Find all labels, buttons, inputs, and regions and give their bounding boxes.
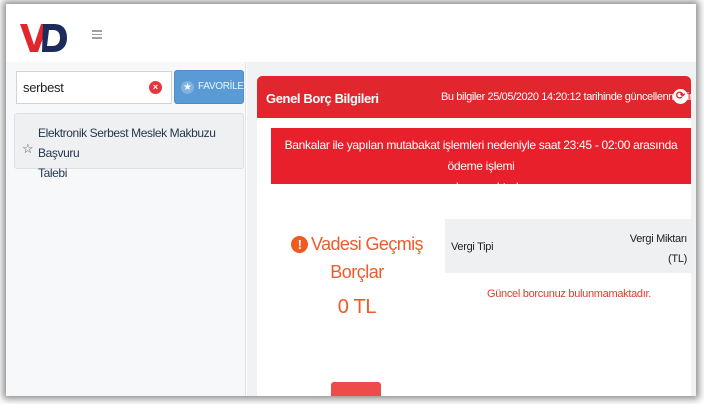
overdue-debts-summary: ! Vadesi Geçmiş Borçlar 0 TL [277, 234, 437, 319]
search-result-label: Elektronik Serbest Meslek Makbuzu Başvur… [38, 123, 228, 183]
search-result-item[interactable]: ☆ Elektronik Serbest Meslek Makbuzu Başv… [14, 113, 244, 180]
sidebar: × ★ FAVORİLER ☆ Elektronik Serbest Mesle… [6, 62, 251, 396]
main-content: Genel Borç Bilgileri Bu bilgiler 25/05/2… [247, 62, 696, 396]
app-window: × ★ FAVORİLER ☆ Elektronik Serbest Mesle… [6, 4, 696, 396]
card-title: Genel Borç Bilgileri [266, 91, 379, 106]
card-header: Genel Borç Bilgileri Bu bilgiler 25/05/2… [257, 76, 693, 118]
top-bar [6, 4, 696, 62]
search-result-line: Talebi [38, 166, 67, 180]
column-header-tax-amount: Vergi Miktarı (TL) [607, 229, 688, 269]
alert-banner: Bankalar ile yapılan mutabakat işlemleri… [271, 128, 691, 194]
overdue-title: ! Vadesi Geçmiş [277, 234, 437, 255]
column-header-tax-type: Vergi Tipi [451, 241, 494, 253]
overdue-amount: 0 TL [337, 296, 377, 318]
last-updated-text: Bu bilgiler 25/05/2020 14:20:12 tarihind… [441, 91, 693, 103]
menu-icon[interactable] [92, 30, 102, 39]
favorites-label: FAVORİLER [198, 81, 251, 92]
alert-text: Bankalar ile yapılan mutabakat işlemleri… [284, 138, 678, 173]
column-header-line: (TL) [668, 253, 687, 265]
overdue-subtitle: Borçlar [330, 262, 384, 282]
column-header-line: Vergi Miktarı [629, 233, 688, 245]
warning-icon: ! [291, 236, 309, 253]
empty-state-message: Güncel borcunuz bulunmamaktadır. [486, 288, 652, 300]
favorites-button[interactable]: ★ FAVORİLER [174, 70, 251, 104]
refresh-icon[interactable]: ⟳ [673, 89, 688, 104]
clear-icon[interactable]: × [149, 81, 162, 94]
table-header: Vergi Tipi Vergi Miktarı (TL) [445, 219, 693, 273]
alert-text: yapılamamaktadır. [434, 180, 528, 194]
tax-table: Vergi Tipi Vergi Miktarı (TL) Güncel bor… [445, 219, 693, 300]
star-icon[interactable]: ☆ [22, 141, 34, 157]
vd-logo[interactable] [18, 18, 68, 54]
star-icon: ★ [181, 81, 194, 94]
pay-button[interactable] [331, 382, 381, 396]
overdue-title-text: Vadesi Geçmiş [311, 234, 424, 254]
debt-info-card: Genel Borç Bilgileri Bu bilgiler 25/05/2… [257, 76, 693, 396]
search-result-line: Elektronik Serbest Meslek Makbuzu Başvur… [38, 126, 216, 160]
